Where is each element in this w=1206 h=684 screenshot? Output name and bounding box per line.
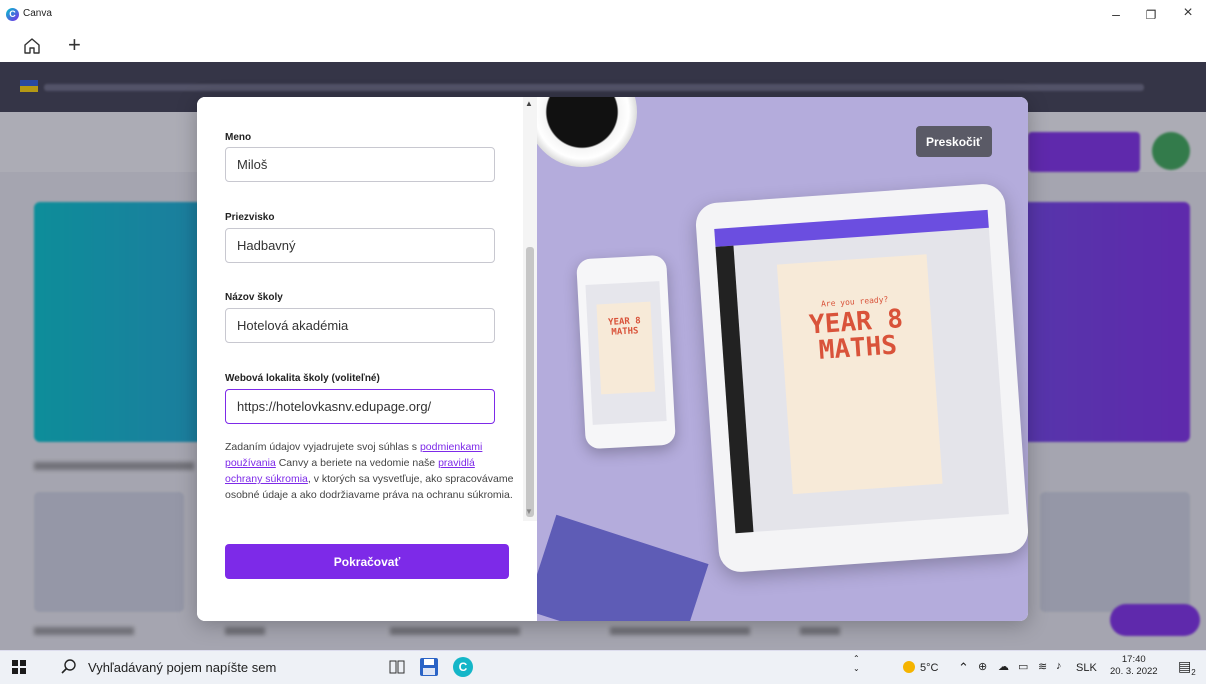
windows-start-icon[interactable] [12, 660, 26, 674]
tablet-screen: Are you ready? YEAR 8 MATHS [714, 209, 1009, 534]
tablet-editor-sidebar [715, 245, 754, 534]
poster-image: Are you ready? YEAR 8 MATHS [776, 254, 943, 495]
home-icon[interactable] [22, 36, 44, 58]
tablet-editor-header [714, 209, 989, 247]
scroll-down-icon[interactable]: ▼ [525, 507, 533, 516]
continue-button[interactable]: Pokračovať [225, 544, 509, 579]
onboarding-illustration: Are you ready? YEAR 8 MATHS YEAR 8 MATHS [537, 97, 1028, 621]
coffee-cup-image [537, 97, 637, 167]
language-indicator[interactable]: SLK [1076, 662, 1097, 674]
canva-taskbar-icon[interactable]: C [452, 656, 474, 678]
notification-center-icon[interactable]: ▤2 [1178, 658, 1196, 677]
phone-poster: YEAR 8 MATHS [596, 301, 656, 395]
minimize-button[interactable]: – [1106, 6, 1126, 22]
floppy-app-icon[interactable] [418, 656, 440, 678]
tablet-image: Are you ready? YEAR 8 MATHS [694, 182, 1028, 574]
window-title: Canva [23, 8, 52, 19]
new-tab-button[interactable]: + [68, 32, 81, 58]
svg-text:C: C [459, 660, 468, 674]
taskbar-clock[interactable]: 17:40 20. 3. 2022 [1110, 654, 1158, 678]
weather-icon[interactable] [902, 660, 916, 677]
wifi-icon[interactable]: ≋ [1038, 660, 1047, 673]
school-website-field[interactable] [225, 389, 495, 424]
scroll-up-icon[interactable]: ▲ [525, 99, 533, 108]
clock-time: 17:40 [1121, 654, 1146, 665]
weather-temp[interactable]: 5°C [920, 662, 938, 674]
school-info-form: Meno Priezvisko Názov školy Webová lokal… [197, 97, 537, 621]
taskbar-search[interactable]: Vyhľadávaný pojem napíšte sem [48, 652, 348, 682]
notebook-image [537, 514, 709, 621]
cloud-icon[interactable]: ☁ [998, 660, 1009, 673]
skip-button[interactable]: Preskočiť [916, 126, 992, 157]
consent-text: Zadaním údajov vyjadrujete svoj súhlas s… [225, 439, 515, 503]
tray-app-icon[interactable]: ⊕ [978, 660, 987, 673]
window-titlebar: C Canva – ❐ × [0, 0, 1206, 30]
first-name-label: Meno [225, 132, 252, 143]
volume-icon[interactable]: ♪ [1056, 660, 1062, 672]
school-website-label: Webová lokalita školy (voliteľné) [225, 373, 380, 384]
clock-date: 20. 3. 2022 [1110, 666, 1158, 677]
phone-image: YEAR 8 MATHS [576, 254, 676, 450]
search-icon [61, 659, 76, 674]
canva-logo-icon: C [6, 8, 19, 21]
first-name-field[interactable] [225, 147, 495, 182]
last-name-field[interactable] [225, 228, 495, 263]
phone-screen: YEAR 8 MATHS [585, 281, 667, 425]
taskbar-scroll-arrows[interactable]: ⌃ ⌄ [853, 654, 860, 674]
school-name-label: Názov školy [225, 292, 283, 303]
last-name-label: Priezvisko [225, 212, 275, 223]
consent-part-1: Zadaním údajov vyjadrujete svoj súhlas s [225, 441, 420, 453]
maximize-button[interactable]: ❐ [1141, 8, 1161, 22]
battery-icon[interactable]: ▭ [1018, 660, 1028, 673]
phone-poster-title: YEAR 8 MATHS [607, 316, 641, 338]
task-view-icon[interactable] [386, 656, 408, 678]
school-name-field[interactable] [225, 308, 495, 343]
onboarding-modal: Meno Priezvisko Názov školy Webová lokal… [197, 97, 1028, 621]
tray-expand-icon[interactable]: ⌃ [958, 660, 969, 676]
form-scrollbar-thumb[interactable] [526, 247, 534, 517]
search-placeholder: Vyhľadávaný pojem napíšte sem [88, 659, 277, 675]
poster-title: YEAR 8 MATHS [808, 304, 904, 366]
notification-count: 2 [1191, 667, 1196, 677]
consent-part-2: Canvy a beriete na vedomie naše [275, 457, 439, 469]
tab-bar [0, 30, 1206, 62]
close-button[interactable]: × [1178, 4, 1198, 22]
